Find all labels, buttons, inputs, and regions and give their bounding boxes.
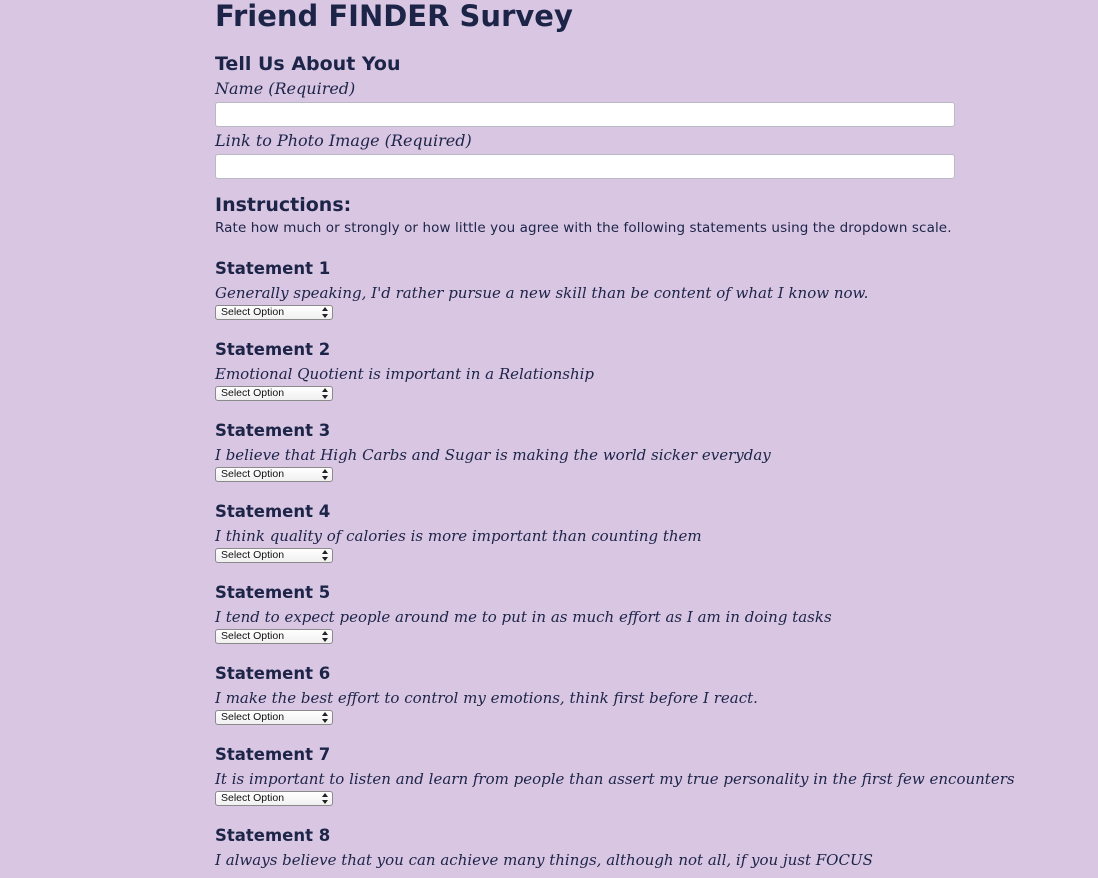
select-value: Select Option xyxy=(221,549,285,561)
statement-text: I believe that High Carbs and Sugar is m… xyxy=(215,446,771,464)
statement-text: Generally speaking, I'd rather pursue a … xyxy=(215,284,869,302)
statement-5: Statement 5 I tend to expect people arou… xyxy=(215,583,975,644)
statement-text: I think quality of calories is more impo… xyxy=(215,527,702,545)
instructions-heading: Instructions: xyxy=(215,194,352,216)
statement-text: I always believe that you can achieve ma… xyxy=(215,851,873,869)
statement-7: Statement 7 It is important to listen an… xyxy=(215,745,1015,806)
survey-form: Friend FINDER Survey Tell Us About You N… xyxy=(215,0,1015,872)
statement-1-select[interactable]: Select Option xyxy=(215,305,333,320)
statement-text: I make the best effort to control my emo… xyxy=(215,689,758,707)
statement-8: Statement 8 I always believe that you ca… xyxy=(215,826,975,872)
select-value: Select Option xyxy=(221,468,285,480)
name-input[interactable] xyxy=(215,102,955,127)
select-value: Select Option xyxy=(221,711,285,723)
statement-title: Statement 1 xyxy=(215,259,331,278)
statement-2-select[interactable]: Select Option xyxy=(215,386,333,401)
select-value: Select Option xyxy=(221,630,285,642)
statement-text: I tend to expect people around me to put… xyxy=(215,608,832,626)
statement-title: Statement 2 xyxy=(215,340,331,359)
statement-3: Statement 3 I believe that High Carbs an… xyxy=(215,421,975,482)
select-arrows-icon xyxy=(322,469,328,480)
name-label: Name (Required) xyxy=(215,79,356,98)
statement-6: Statement 6 I make the best effort to co… xyxy=(215,664,975,725)
select-arrows-icon xyxy=(322,793,328,804)
statement-title: Statement 7 xyxy=(215,745,331,764)
statement-title: Statement 5 xyxy=(215,583,331,602)
select-arrows-icon xyxy=(322,712,328,723)
statement-text: Emotional Quotient is important in a Rel… xyxy=(215,365,595,383)
statement-1: Statement 1 Generally speaking, I'd rath… xyxy=(215,259,975,320)
statement-4-select[interactable]: Select Option xyxy=(215,548,333,563)
select-arrows-icon xyxy=(322,307,328,318)
select-arrows-icon xyxy=(322,631,328,642)
statement-4: Statement 4 I think quality of calories … xyxy=(215,502,975,563)
statement-title: Statement 8 xyxy=(215,826,331,845)
select-value: Select Option xyxy=(221,792,285,804)
select-value: Select Option xyxy=(221,306,285,318)
select-arrows-icon xyxy=(322,550,328,561)
statement-title: Statement 4 xyxy=(215,502,331,521)
statement-7-select[interactable]: Select Option xyxy=(215,791,333,806)
statement-text: It is important to listen and learn from… xyxy=(215,770,1015,788)
statement-6-select[interactable]: Select Option xyxy=(215,710,333,725)
photo-link-label: Link to Photo Image (Required) xyxy=(215,131,472,150)
statements-list: Statement 1 Generally speaking, I'd rath… xyxy=(215,259,1015,872)
statement-title: Statement 3 xyxy=(215,421,331,440)
select-value: Select Option xyxy=(221,387,285,399)
instructions-text: Rate how much or strongly or how little … xyxy=(215,220,952,236)
statement-2: Statement 2 Emotional Quotient is import… xyxy=(215,340,975,401)
photo-link-input[interactable] xyxy=(215,154,955,179)
statement-title: Statement 6 xyxy=(215,664,331,683)
select-arrows-icon xyxy=(322,388,328,399)
about-heading: Tell Us About You xyxy=(215,53,401,75)
statement-5-select[interactable]: Select Option xyxy=(215,629,333,644)
statement-3-select[interactable]: Select Option xyxy=(215,467,333,482)
page-title: Friend FINDER Survey xyxy=(215,0,573,33)
